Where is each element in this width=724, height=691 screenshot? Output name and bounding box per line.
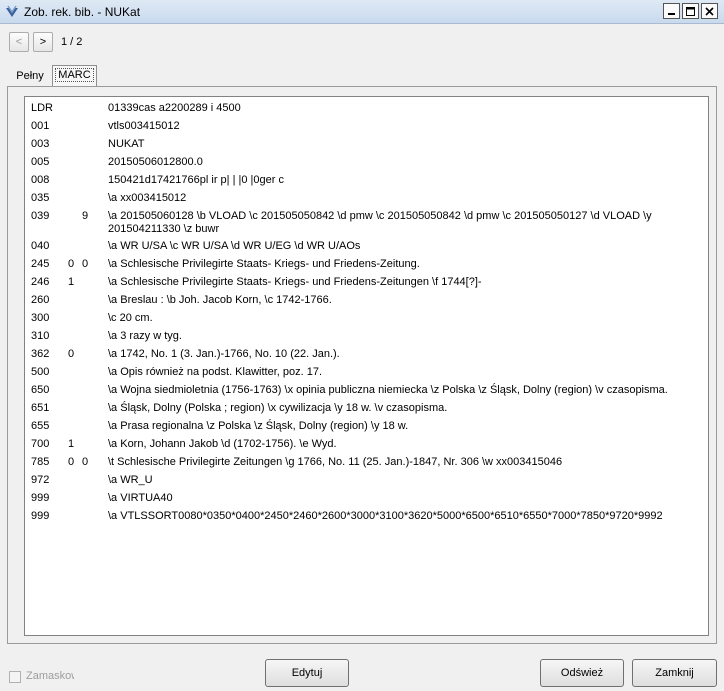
marc-field-value: \a Breslau : \b Joh. Jacob Korn, \c 1742… [108, 294, 332, 306]
marc-tag: 999 [31, 510, 50, 522]
marc-field-value: \a WR_U [108, 474, 153, 486]
window-title: Zob. rek. bib. - NUKat [24, 5, 141, 19]
marc-field-value: \a WR U/SA \c WR U/SA \d WR U/EG \d WR U… [108, 240, 361, 252]
maximize-button[interactable] [682, 3, 699, 19]
marc-field-value: \t Schlesische Privilegirte Zeitungen \g… [108, 456, 563, 468]
marc-tag: 246 [31, 276, 50, 288]
marc-tag: 500 [31, 366, 50, 378]
marc-field-value: \a Opis również na podst. Klawitter, poz… [108, 366, 323, 378]
marc-field-value: \a 1742, No. 1 (3. Jan.)-1766, No. 10 (2… [108, 348, 340, 360]
marc-field-value: \a VTLSSORT0080*0350*0400*2450*2460*2600… [108, 510, 663, 522]
marc-tag: 655 [31, 420, 50, 432]
marc-field-value: 20150506012800.0 [108, 156, 203, 168]
marc-tag: 245 [31, 258, 50, 270]
marc-tag: 700 [31, 438, 50, 450]
marc-tag: 785 [31, 456, 50, 468]
marc-indicator-1: 1 [68, 438, 75, 450]
marc-field-value: \a VIRTUA40 [108, 492, 173, 504]
marc-tag: LDR [31, 102, 54, 114]
marc-tag: 260 [31, 294, 50, 306]
marc-indicator-1: 0 [68, 348, 75, 360]
marc-tag: 001 [31, 120, 50, 132]
mask-checkbox-label: Zamaskow [26, 670, 74, 682]
marc-tag: 651 [31, 402, 50, 414]
mask-checkbox[interactable] [9, 671, 21, 683]
marc-field-value: NUKAT [108, 138, 145, 150]
title-bar: Zob. rek. bib. - NUKat [0, 0, 724, 24]
marc-field-value: vtls003415012 [108, 120, 180, 132]
minimize-button[interactable] [663, 3, 680, 19]
app-icon [6, 5, 18, 17]
minimize-icon [668, 12, 675, 15]
marc-tag: 362 [31, 348, 50, 360]
close-icon [705, 6, 714, 16]
marc-field-value: \a 201505060128 \b VLOAD \c 201505050842… [108, 210, 652, 235]
marc-tag: 300 [31, 312, 50, 324]
marc-field-value: \a Korn, Johann Jakob \d (1702-1756). \e… [108, 438, 337, 450]
marc-indicator-2: 0 [82, 456, 89, 468]
maximize-icon [686, 6, 695, 16]
marc-indicator-1: 0 [68, 456, 75, 468]
marc-tag: 035 [31, 192, 50, 204]
marc-tag: 972 [31, 474, 50, 486]
marc-field-value: \a 3 razy w tyg. [108, 330, 182, 342]
marc-field-value: \c 20 cm. [108, 312, 153, 324]
marc-record-view[interactable]: LDR 01339cas a2200289 i 4500 001 vtls003415… [24, 96, 709, 636]
marc-tag: 999 [31, 492, 50, 504]
marc-field-value: \a Schlesische Privilegirte Staats- Krie… [108, 276, 482, 288]
next-record-button[interactable]: > [33, 32, 53, 52]
page-indicator: 1 / 2 [61, 36, 83, 48]
marc-indicator-2: 9 [82, 210, 89, 222]
tab-full[interactable]: Pełny [10, 68, 50, 86]
marc-field-value: \a Prasa regionalna \z Polska \z Śląsk, … [108, 420, 409, 432]
marc-indicator-1: 0 [68, 258, 75, 270]
tab-marc[interactable]: MARC [52, 65, 97, 87]
marc-field-value: \a xx003415012 [108, 192, 187, 204]
marc-indicator-2: 0 [82, 258, 89, 270]
marc-field-value: 01339cas a2200289 i 4500 [108, 102, 241, 114]
marc-tag: 005 [31, 156, 50, 168]
marc-field-value: 150421d17421766pl ir p| | |0 |0ger c [108, 174, 284, 186]
marc-indicator-1: 1 [68, 276, 75, 288]
tab-marc-label: MARC [55, 68, 94, 82]
marc-tag: 310 [31, 330, 50, 342]
marc-tag: 040 [31, 240, 50, 252]
marc-tag: 008 [31, 174, 50, 186]
marc-tag: 039 [31, 210, 50, 222]
marc-field-value: \a Śląsk, Dolny (Polska ; region) \x cyw… [108, 402, 448, 414]
close-dialog-button[interactable]: Zamknij [632, 659, 717, 687]
edit-button[interactable]: Edytuj [265, 659, 349, 687]
marc-field-value: \a Wojna siedmioletnia (1756-1763) \x op… [108, 384, 668, 396]
previous-record-button[interactable]: < [9, 32, 29, 52]
refresh-button[interactable]: Odśwież [540, 659, 624, 687]
marc-tag: 003 [31, 138, 50, 150]
marc-tag: 650 [31, 384, 50, 396]
marc-field-value: \a Schlesische Privilegirte Staats- Krie… [108, 258, 420, 270]
close-button[interactable] [701, 3, 718, 19]
